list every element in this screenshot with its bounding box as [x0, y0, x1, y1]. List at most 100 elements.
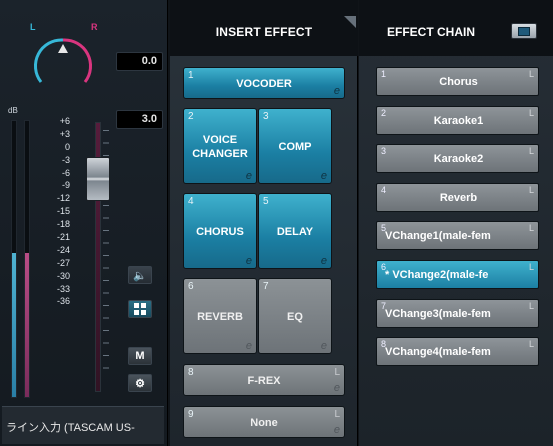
- slot-effect-name: VOCODER: [236, 78, 292, 90]
- db-scale: +6 +3 0 -3 -6 -9 -12 -15 -18 -21 -24 -27 -30 -33 -36: [40, 115, 70, 308]
- slot-number: 4: [188, 196, 194, 207]
- db-label: dB: [8, 106, 18, 115]
- monitor-button[interactable]: M: [128, 347, 152, 365]
- effect-chain-item[interactable]: 8 VChange4(male-fem L: [376, 337, 539, 367]
- insert-effect-header: INSERT EFFECT: [170, 0, 358, 56]
- slot-effect-name: VOICE CHANGER: [192, 134, 248, 160]
- lock-icon: L: [528, 262, 534, 272]
- insert-effect-slot[interactable]: 3 COMP e: [258, 108, 332, 184]
- db-scale-label: -18: [56, 219, 70, 230]
- slot-effect-name: EQ: [287, 311, 303, 323]
- db-scale-label: -3: [61, 154, 70, 165]
- db-scale-label: -27: [56, 257, 70, 268]
- chain-item-name: VChange1(male-fem: [385, 230, 491, 243]
- pan-knob[interactable]: [31, 34, 95, 98]
- slot-effect-name: F-REX: [247, 375, 281, 387]
- db-scale-label: -24: [56, 244, 70, 255]
- pan-value-display[interactable]: 0.0: [116, 52, 163, 71]
- slot-number: 7: [263, 281, 269, 292]
- db-scale-label: -6: [61, 167, 70, 178]
- speaker-button[interactable]: 🔈: [128, 266, 152, 284]
- chain-item-number: 1: [381, 69, 387, 79]
- grid-button[interactable]: [128, 300, 152, 318]
- effect-chain-item[interactable]: 7 VChange3(male-fem L: [376, 298, 539, 328]
- mixer-panel: L R 0.0 3.0 dB +6 +3 0 -3 -6 -9 -12 -15 -18 -21 -2…: [0, 0, 168, 446]
- pan-right-label: R: [91, 22, 98, 32]
- edit-icon[interactable]: e: [334, 85, 340, 97]
- insert-effect-slot[interactable]: 1 VOCODER e: [183, 67, 345, 99]
- effect-chain-item[interactable]: 2 Karaoke1 L: [376, 105, 539, 135]
- lock-icon: L: [528, 107, 534, 118]
- insert-effect-slot[interactable]: 2 VOICE CHANGER e: [183, 108, 257, 184]
- lock-icon: L: [528, 146, 534, 157]
- input-device-label[interactable]: ライン入力 (TASCAM US-: [2, 406, 164, 444]
- level-meter-right: [24, 120, 30, 398]
- db-scale-label: -33: [56, 283, 70, 294]
- db-scale-label: -15: [56, 206, 70, 217]
- chain-item-name: Chorus: [439, 76, 478, 88]
- settings-button[interactable]: ⚙: [128, 374, 152, 392]
- slot-effect-name: COMP: [278, 141, 312, 153]
- effect-chain-item[interactable]: 6 * VChange2(male-fe L: [376, 260, 539, 289]
- db-scale-label: -9: [61, 180, 70, 191]
- insert-effect-slot[interactable]: 9 None Le: [183, 406, 345, 438]
- db-scale-label: 0: [64, 141, 70, 152]
- db-scale-label: +6: [59, 116, 70, 126]
- chain-item-number: 3: [381, 146, 387, 157]
- level-meter-left: [11, 120, 17, 398]
- effect-chain-item[interactable]: 3 Karaoke2 L: [376, 144, 539, 174]
- grid-icon: [134, 303, 146, 315]
- effect-chain-header: EFFECT CHAIN: [359, 0, 553, 56]
- edit-icon[interactable]: e: [321, 340, 327, 352]
- insert-effect-slot[interactable]: 4 CHORUS e: [183, 193, 257, 269]
- edit-icon[interactable]: e: [321, 170, 327, 182]
- insert-effect-slot[interactable]: 5 DELAY e: [258, 193, 332, 269]
- corner-triangle-icon[interactable]: [344, 16, 356, 28]
- slot-number: 6: [188, 281, 194, 292]
- edit-icon[interactable]: e: [334, 382, 340, 394]
- insert-effect-slot[interactable]: 7 EQ e: [258, 278, 332, 354]
- chain-item-name: * VChange2(male-fe: [385, 269, 489, 281]
- edit-icon[interactable]: e: [246, 255, 252, 267]
- effect-chain-title: EFFECT CHAIN: [387, 25, 475, 39]
- edit-icon[interactable]: e: [334, 424, 340, 436]
- slot-number: 2: [188, 111, 194, 122]
- effect-chain-item[interactable]: 4 Reverb L: [376, 182, 539, 212]
- lock-icon: L: [528, 184, 534, 195]
- gain-value-display[interactable]: 3.0: [116, 110, 163, 129]
- chain-item-number: 2: [381, 107, 387, 118]
- lock-icon: L: [528, 223, 534, 234]
- gear-icon: ⚙: [135, 377, 145, 390]
- speaker-icon: 🔈: [133, 269, 147, 282]
- chain-item-name: Reverb: [439, 191, 478, 204]
- db-scale-label: +3: [59, 128, 70, 139]
- fader-handle[interactable]: [86, 157, 110, 201]
- chain-item-number: 4: [381, 184, 387, 195]
- slot-effect-name: DELAY: [276, 226, 314, 238]
- slot-effect-name: None: [250, 417, 278, 429]
- lock-icon: L: [528, 339, 534, 350]
- insert-effect-slot[interactable]: 6 REVERB e: [183, 278, 257, 354]
- edit-icon[interactable]: e: [321, 255, 327, 267]
- db-scale-label: -21: [56, 232, 70, 243]
- effect-chain-item[interactable]: 5 VChange1(male-fem L: [376, 221, 539, 251]
- lock-icon: L: [528, 300, 534, 311]
- lock-icon: L: [334, 367, 340, 378]
- edit-icon[interactable]: e: [246, 340, 252, 352]
- edit-icon[interactable]: e: [246, 170, 252, 182]
- save-button[interactable]: [511, 23, 537, 39]
- slot-number: 5: [263, 196, 269, 207]
- insert-effect-title: INSERT EFFECT: [215, 25, 313, 39]
- effect-chain-item[interactable]: 1 Chorus L: [376, 67, 539, 96]
- lock-icon: L: [334, 409, 340, 420]
- insert-effect-slot[interactable]: 8 F-REX Le: [183, 364, 345, 396]
- slot-effect-name: CHORUS: [196, 226, 244, 238]
- pan-left-label: L: [30, 22, 36, 32]
- chain-item-name: VChange4(male-fem: [385, 346, 491, 359]
- chain-item-name: Karaoke2: [433, 153, 484, 166]
- lock-icon: L: [528, 69, 534, 79]
- chain-item-name: Karaoke1: [433, 114, 484, 127]
- db-scale-label: -30: [56, 270, 70, 281]
- db-scale-label: -36: [56, 296, 70, 307]
- db-scale-label: -12: [56, 193, 70, 204]
